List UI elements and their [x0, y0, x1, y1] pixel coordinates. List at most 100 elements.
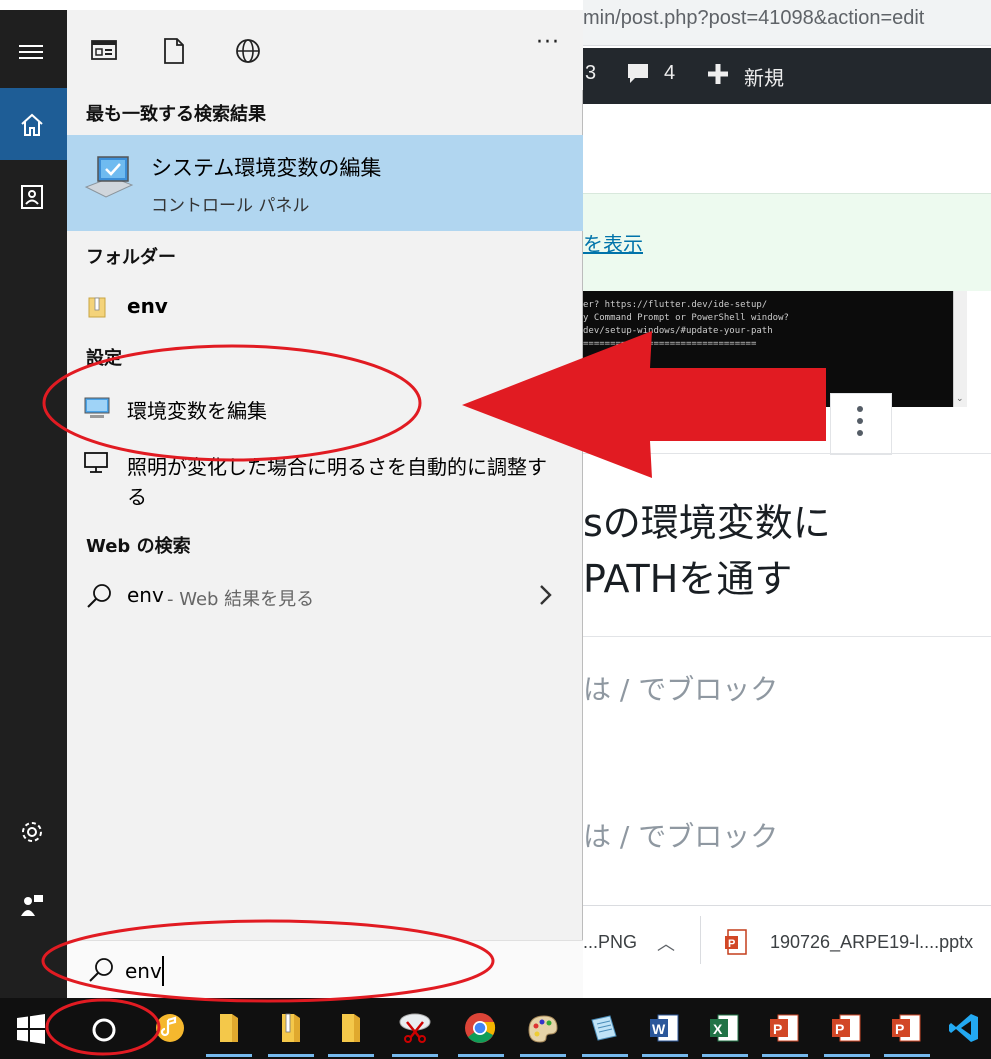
- settings-button[interactable]: [0, 795, 67, 867]
- running-indicator: [392, 1054, 438, 1057]
- running-indicator: [884, 1054, 930, 1057]
- svg-text:P: P: [895, 1021, 904, 1037]
- web-result-suffix[interactable]: - Web 結果を見る: [167, 585, 314, 611]
- block-placeholder[interactable]: は / でブロック: [583, 815, 778, 855]
- music-app-icon: [156, 1014, 184, 1042]
- block-placeholder[interactable]: は / でブロック: [583, 668, 778, 708]
- running-indicator: [268, 1054, 314, 1057]
- section-title-settings: 設定: [86, 348, 122, 369]
- notice-link[interactable]: を表示: [583, 228, 643, 257]
- home-icon: [21, 113, 43, 136]
- display-icon[interactable]: [84, 451, 110, 475]
- paint-icon: [528, 1015, 558, 1043]
- comment-icon[interactable]: [626, 62, 650, 84]
- admin-notice: [583, 193, 991, 291]
- text-caret: [162, 956, 164, 986]
- setting-result-edit-env-vars[interactable]: 環境変数を編集: [127, 395, 267, 424]
- powerpoint-icon: P: [770, 1014, 799, 1042]
- globe-filter-icon[interactable]: [235, 38, 261, 64]
- word-icon: W: [650, 1014, 679, 1042]
- hamburger-menu-button[interactable]: [0, 10, 67, 88]
- svg-text:X: X: [713, 1021, 723, 1037]
- running-indicator: [328, 1054, 374, 1057]
- monitor-settings-icon[interactable]: [84, 396, 110, 420]
- taskbar-app[interactable]: [198, 1000, 260, 1057]
- search-filter-bar: [67, 10, 583, 90]
- running-indicator: [702, 1054, 748, 1057]
- folder-icon: [342, 1014, 360, 1042]
- powerpoint-file-icon[interactable]: P: [725, 929, 749, 955]
- feedback-icon: [21, 895, 43, 916]
- terminal-line: ================================: [583, 339, 757, 349]
- terminal-line: dev/setup-windows/#update-your-path: [583, 326, 773, 336]
- notebook-button[interactable]: [0, 160, 67, 232]
- updates-count[interactable]: 3: [585, 62, 596, 85]
- section-title-web-search: Web の検索: [86, 536, 191, 557]
- powerpoint-icon: P: [892, 1014, 921, 1042]
- running-indicator: [642, 1054, 688, 1057]
- plus-icon[interactable]: [707, 63, 729, 85]
- setting-result-auto-brightness-cont[interactable]: る: [127, 481, 147, 510]
- scrollbar[interactable]: [953, 291, 967, 407]
- taskbar-app[interactable]: [934, 1000, 991, 1057]
- zip-folder-icon[interactable]: [88, 295, 106, 319]
- taskbar-app[interactable]: [260, 1000, 322, 1057]
- heading-text-line2[interactable]: PATHを通す: [583, 548, 792, 603]
- comments-count[interactable]: 4: [664, 62, 675, 85]
- home-button[interactable]: [0, 88, 67, 160]
- new-post-menu[interactable]: 新規: [744, 62, 784, 91]
- zip-folder-icon: [282, 1013, 300, 1042]
- vscode-icon: [949, 1014, 978, 1042]
- feedback-button[interactable]: [0, 868, 67, 940]
- taskbar-app[interactable]: X: [694, 1000, 756, 1057]
- taskbar-app[interactable]: [384, 1000, 446, 1057]
- heading-text-line1[interactable]: sの環境変数に: [583, 492, 831, 547]
- start-button[interactable]: [0, 1000, 62, 1057]
- download-item-name[interactable]: ...PNG: [583, 932, 637, 953]
- taskbar-app[interactable]: P: [876, 1000, 938, 1057]
- web-result-query[interactable]: env: [127, 583, 164, 607]
- document-filter-icon[interactable]: [163, 38, 185, 64]
- chevron-right-icon[interactable]: [538, 584, 554, 606]
- taskbar-app[interactable]: W: [634, 1000, 696, 1057]
- setting-result-auto-brightness[interactable]: 照明が変化した場合に明るさを自動的に調整す: [127, 451, 547, 480]
- best-match-result[interactable]: [67, 135, 583, 231]
- folder-result-env[interactable]: env: [127, 294, 168, 318]
- taskbar-app[interactable]: P: [754, 1000, 816, 1057]
- svg-text:W: W: [652, 1021, 666, 1037]
- terminal-line: y Command Prompt or PowerShell window?: [583, 313, 789, 323]
- svg-text:P: P: [728, 938, 735, 950]
- cortana-button[interactable]: [72, 1000, 134, 1057]
- taskbar-app[interactable]: P: [816, 1000, 878, 1057]
- running-indicator: [520, 1054, 566, 1057]
- snipping-tool-icon: [399, 1013, 431, 1043]
- divider: [700, 916, 701, 964]
- excel-icon: X: [710, 1014, 739, 1042]
- notepad-icon: [591, 1015, 617, 1041]
- chrome-icon: [465, 1013, 496, 1043]
- vertical-ellipsis-icon[interactable]: [855, 406, 865, 442]
- search-icon[interactable]: [86, 583, 112, 609]
- taskbar-app[interactable]: [450, 1000, 512, 1057]
- apps-filter-icon[interactable]: [91, 38, 117, 62]
- windows-start-icon: [17, 1014, 45, 1044]
- terminal-line: er? https://flutter.dev/ide-setup/: [583, 300, 768, 310]
- taskbar-app[interactable]: [512, 1000, 574, 1057]
- running-indicator: [582, 1054, 628, 1057]
- powerpoint-icon: P: [832, 1014, 861, 1042]
- taskbar-app[interactable]: [320, 1000, 382, 1057]
- terminal-screenshot: er? https://flutter.dev/ide-setup/ y Com…: [583, 291, 953, 407]
- download-item-name[interactable]: 190726_ARPE19-l....pptx: [770, 932, 973, 953]
- chevron-up-icon[interactable]: ︿: [657, 930, 675, 956]
- url-text[interactable]: min/post.php?post=41098&action=edit: [583, 7, 924, 30]
- more-options-button[interactable]: ···: [536, 30, 560, 55]
- taskbar-app[interactable]: [574, 1000, 636, 1057]
- gear-icon: [22, 822, 42, 842]
- search-input[interactable]: [125, 955, 555, 987]
- section-title-best-match: 最も一致する検索結果: [86, 104, 266, 125]
- scroll-down-icon[interactable]: ⌄: [956, 394, 964, 404]
- taskbar-app[interactable]: [140, 1000, 202, 1057]
- running-indicator: [762, 1054, 808, 1057]
- search-icon: [89, 958, 113, 982]
- system-properties-icon: [84, 156, 134, 198]
